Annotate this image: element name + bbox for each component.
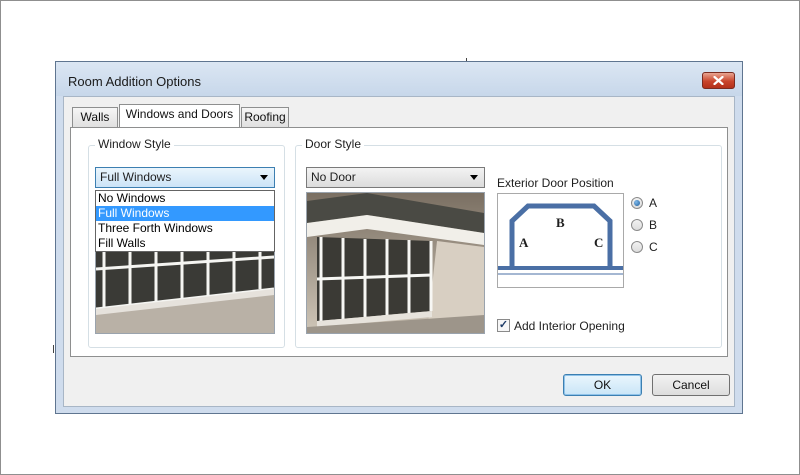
window-style-dropdown-list: No Windows Full Windows Three Forth Wind…	[95, 190, 275, 252]
door-style-preview	[306, 192, 485, 334]
diagram-label-a: A	[519, 235, 529, 250]
door-position-radio-a[interactable]: A	[631, 195, 657, 211]
radio-label: C	[649, 240, 658, 254]
title-bar[interactable]: Room Addition Options	[56, 62, 742, 96]
door-style-value: No Door	[311, 170, 356, 184]
radio-label: B	[649, 218, 658, 232]
add-interior-opening-checkbox[interactable]: ✓	[497, 319, 510, 332]
chevron-down-icon	[260, 175, 268, 180]
tab-roofing[interactable]: Roofing	[241, 107, 289, 127]
window-style-label: Window Style	[95, 137, 174, 151]
frame-tick	[53, 345, 54, 353]
window-style-select[interactable]: Full Windows	[95, 167, 275, 188]
door-position-radio-b[interactable]: B	[631, 217, 657, 233]
diagram-label-b: B	[556, 215, 565, 230]
tab-label: Walls	[80, 110, 110, 124]
chevron-down-icon	[470, 175, 478, 180]
tab-windows-and-doors[interactable]: Windows and Doors	[119, 104, 240, 127]
radio-button[interactable]	[631, 219, 643, 231]
window-style-option[interactable]: Full Windows	[96, 206, 274, 221]
tab-walls[interactable]: Walls	[72, 107, 118, 127]
ok-button[interactable]: OK	[563, 374, 642, 396]
add-interior-opening-label[interactable]: Add Interior Opening	[514, 319, 625, 333]
door-position-radio-c[interactable]: C	[631, 239, 658, 255]
exterior-door-position-label: Exterior Door Position	[497, 176, 614, 190]
window-style-option[interactable]: Three Forth Windows	[96, 221, 274, 236]
tab-label: Roofing	[244, 110, 286, 124]
radio-button[interactable]	[631, 197, 643, 209]
dialog-title: Room Addition Options	[68, 74, 201, 89]
exterior-door-diagram: B A C	[497, 193, 624, 288]
window-style-option[interactable]: Fill Walls	[96, 236, 274, 251]
diagram-label-c: C	[594, 235, 604, 250]
door-style-select[interactable]: No Door	[306, 167, 485, 188]
window-style-value: Full Windows	[100, 170, 172, 184]
close-icon	[713, 76, 724, 85]
checkmark-icon: ✓	[498, 319, 509, 331]
tab-label: Windows and Doors	[125, 107, 234, 121]
cancel-button[interactable]: Cancel	[652, 374, 730, 396]
door-style-label: Door Style	[302, 137, 365, 151]
radio-button[interactable]	[631, 241, 643, 253]
close-button[interactable]	[702, 72, 735, 89]
window-style-option[interactable]: No Windows	[96, 191, 274, 206]
radio-label: A	[649, 196, 658, 210]
